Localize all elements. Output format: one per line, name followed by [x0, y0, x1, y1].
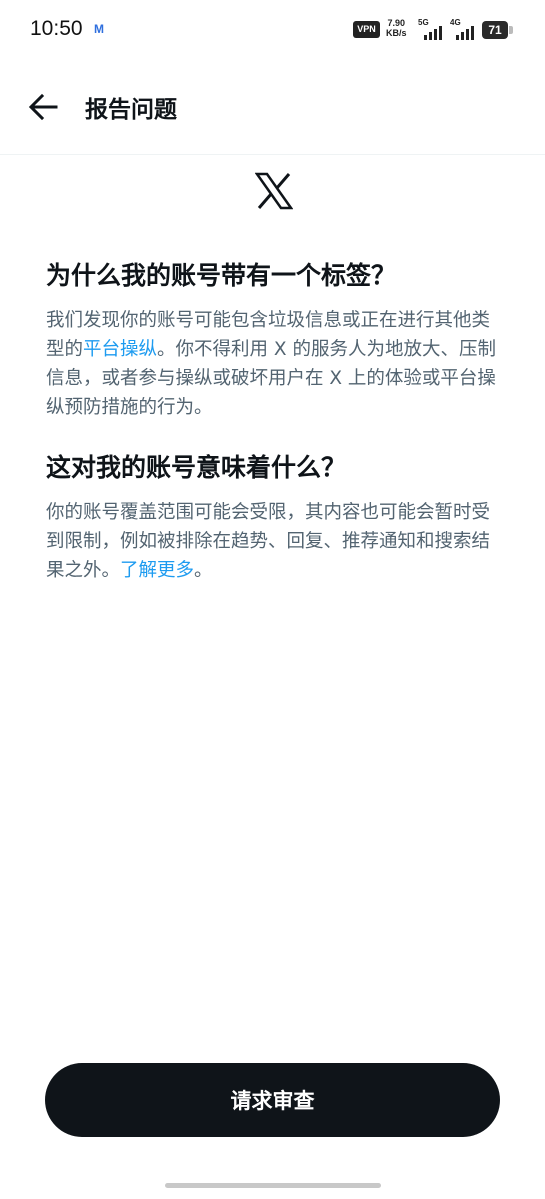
section-title-why-labeled: 为什么我的账号带有一个标签？ [46, 261, 397, 290]
request-review-button[interactable]: 请求审查 [45, 1063, 500, 1137]
x-logo-icon [254, 172, 294, 210]
vpn-badge: VPN [353, 21, 380, 38]
body-text: 。 [194, 560, 213, 581]
section-body-why-labeled: 我们发现你的账号可能包含垃圾信息或正在进行其他类型的平台操纵。你不得利用 X 的… [46, 306, 501, 422]
signal-4g-icon: 4G [450, 18, 476, 40]
arrow-left-icon [28, 93, 58, 121]
section-what-it-means: 这对我的账号意味着什么？ 你的账号覆盖范围可能会受限，其内容也可能会暂时受到限制… [46, 448, 501, 585]
learn-more-link[interactable]: 了解更多 [120, 560, 194, 581]
status-time: 10:50 [30, 17, 83, 40]
network-speed: 7.90 KB/s [386, 18, 407, 38]
platform-manipulation-link[interactable]: 平台操纵 [83, 339, 157, 360]
body-text: 你的账号覆盖范围可能会受限，其内容也可能会暂时受到限制，例如被排除在趋势、回复、… [46, 502, 491, 581]
content: 为什么我的账号带有一个标签？ 我们发现你的账号可能包含垃圾信息或正在进行其他类型… [46, 256, 501, 585]
home-indicator[interactable] [165, 1183, 381, 1188]
status-bar: 10:50 M VPN 7.90 KB/s 5G 4G 71 [0, 0, 545, 62]
section-title-what-it-means: 这对我的账号意味着什么？ [46, 453, 347, 482]
page-title: 报告问题 [85, 97, 177, 123]
app-header: 报告问题 [0, 62, 545, 155]
section-label-reason: 为什么我的账号带有一个标签？ 我们发现你的账号可能包含垃圾信息或正在进行其他类型… [46, 256, 501, 422]
network-speed-value: 7.90 [387, 18, 406, 28]
network-speed-unit: KB/s [386, 28, 407, 38]
battery-tip [509, 26, 513, 34]
section-body-what-it-means: 你的账号覆盖范围可能会受限，其内容也可能会暂时受到限制，例如被排除在趋势、回复、… [46, 498, 501, 585]
battery-icon: 71 [482, 21, 508, 39]
signal-5g-icon: 5G [418, 18, 444, 40]
mail-notification-icon: M [94, 22, 104, 36]
back-button[interactable] [26, 90, 60, 124]
